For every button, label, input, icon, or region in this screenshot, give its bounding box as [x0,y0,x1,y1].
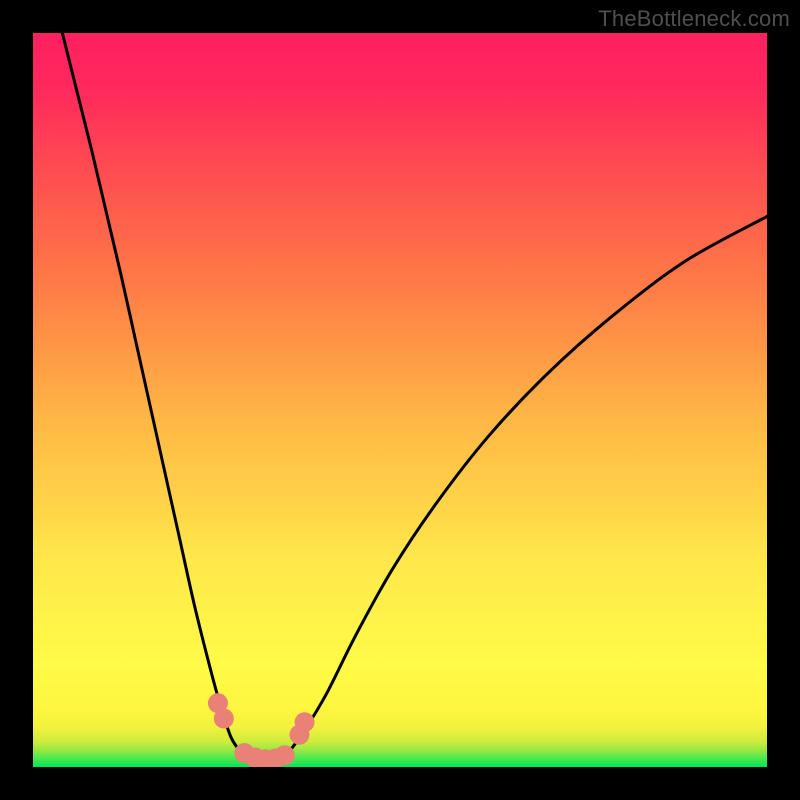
chart-overlay [33,33,767,767]
curve-right-branch [290,217,767,751]
marker-dot [275,745,295,765]
chart-frame: TheBottleneck.com [0,0,800,800]
attribution-text: TheBottleneck.com [598,6,790,32]
marker-dots [208,693,315,767]
marker-dot [214,709,234,729]
plot-area [33,33,767,767]
curve-left-branch [62,33,242,754]
marker-dot [295,712,315,732]
